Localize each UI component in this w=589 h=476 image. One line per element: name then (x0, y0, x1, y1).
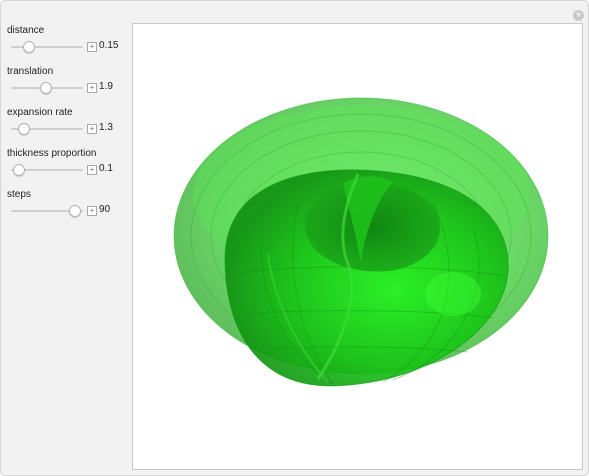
expansion-rate-value: 1.3 (99, 122, 113, 133)
translation-slider[interactable] (11, 82, 83, 94)
steps-slider[interactable] (11, 205, 83, 217)
thickness-proportion-label: thickness proportion (7, 148, 97, 159)
torus-graphic (173, 97, 549, 387)
steps-label: steps (7, 189, 31, 200)
translation-value: 1.9 (99, 81, 113, 92)
slider-thumb[interactable] (17, 123, 30, 135)
expansion-rate-slider[interactable] (11, 123, 83, 135)
distance-slider[interactable] (11, 41, 83, 53)
control-thickness-proportion: thickness proportion + 0.1 (7, 148, 131, 182)
reset-icon[interactable]: + (573, 10, 584, 21)
slider-thumb[interactable] (22, 41, 35, 53)
slider-thumb[interactable] (13, 164, 26, 176)
control-steps: steps + 90 (7, 189, 131, 223)
control-translation: translation + 1.9 (7, 66, 131, 100)
steps-value: 90 (99, 204, 111, 215)
thickness-proportion-slider[interactable] (11, 164, 83, 176)
control-distance: distance + 0.15 (7, 25, 131, 59)
steps-expand-icon[interactable]: + (87, 206, 97, 216)
slider-thumb[interactable] (68, 205, 81, 217)
expansion-rate-expand-icon[interactable]: + (87, 124, 97, 134)
distance-value: 0.15 (99, 40, 119, 51)
demonstration-panel: + distance + 0.15 translation + 1.9 expa… (0, 0, 589, 476)
surface-highlight (425, 272, 481, 316)
thickness-proportion-value: 0.1 (99, 163, 113, 174)
expansion-rate-label: expansion rate (7, 107, 73, 118)
translation-label: translation (7, 66, 54, 77)
control-expansion-rate: expansion rate + 1.3 (7, 107, 131, 141)
translation-expand-icon[interactable]: + (87, 83, 97, 93)
distance-expand-icon[interactable]: + (87, 42, 97, 52)
slider-track (11, 46, 83, 48)
3d-plot-area[interactable] (132, 23, 583, 470)
slider-thumb[interactable] (40, 82, 53, 94)
thickness-proportion-expand-icon[interactable]: + (87, 165, 97, 175)
distance-label: distance (7, 25, 45, 36)
